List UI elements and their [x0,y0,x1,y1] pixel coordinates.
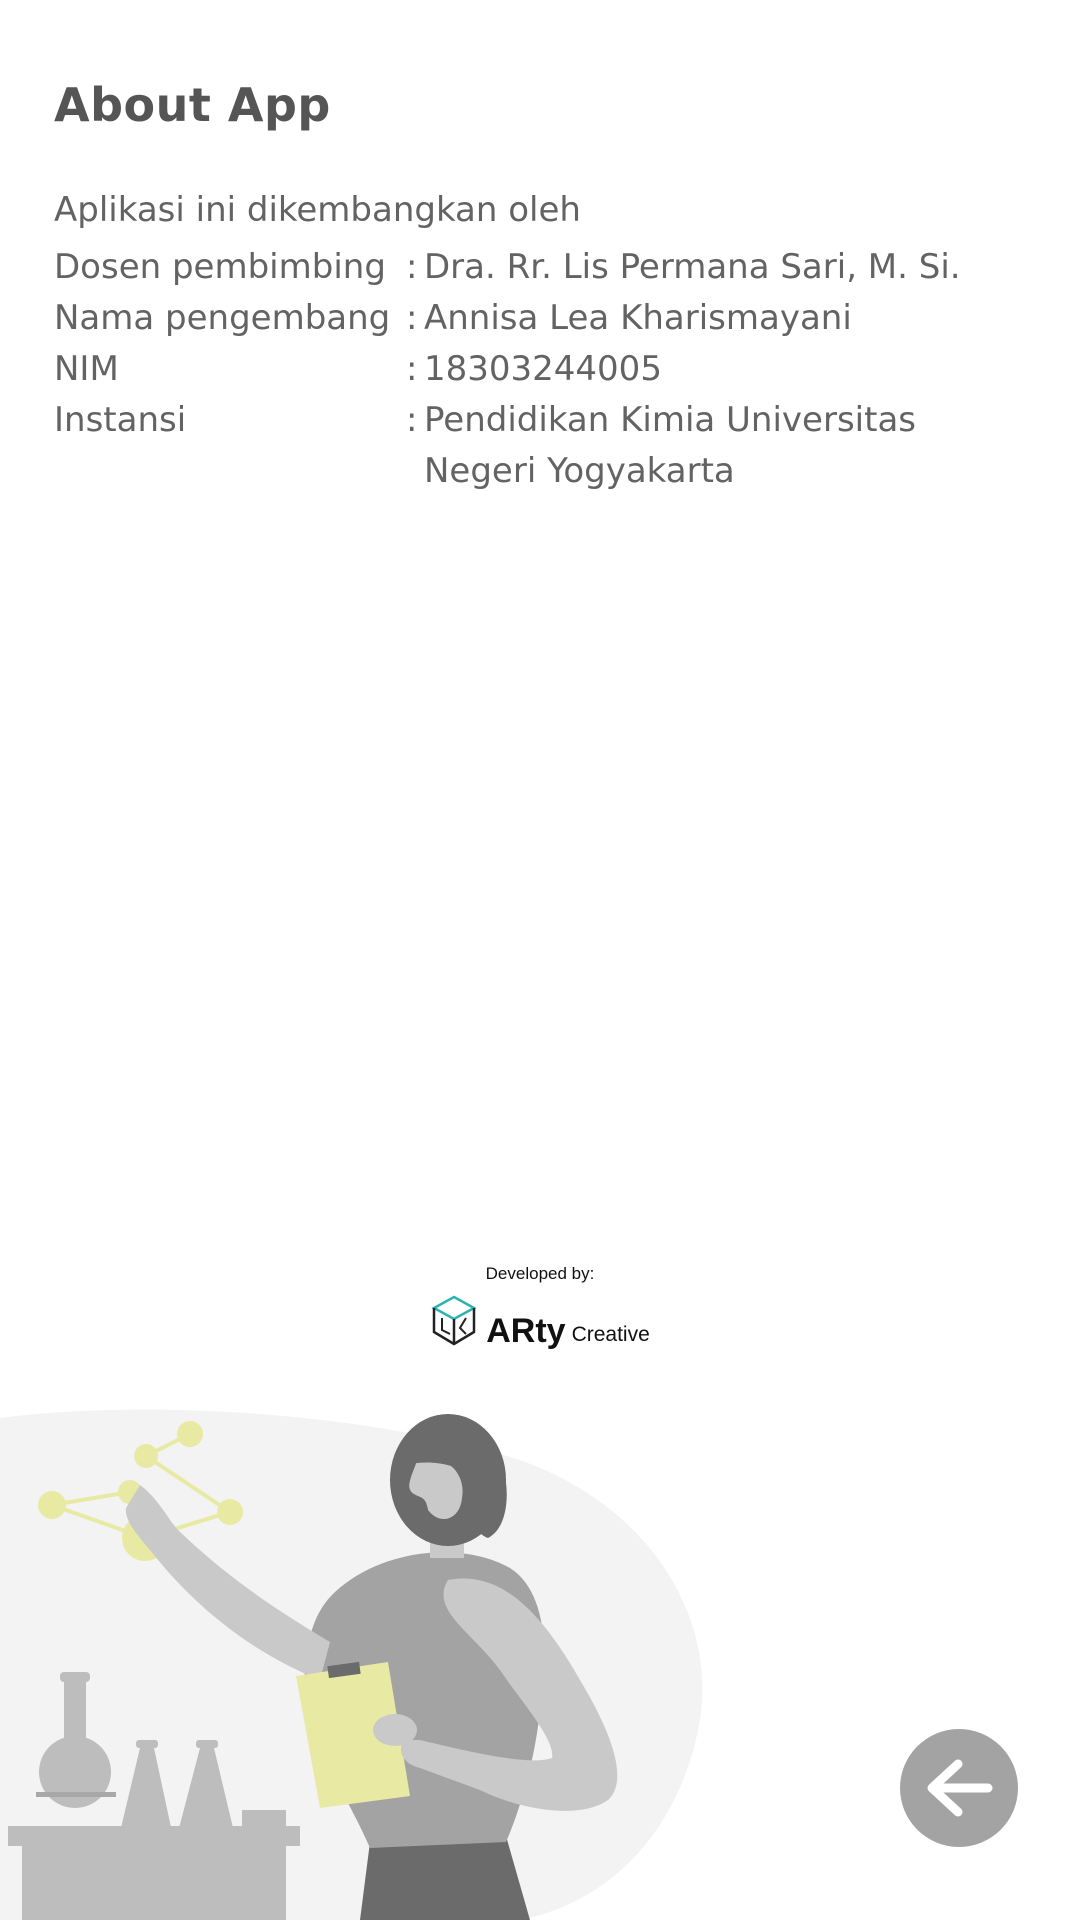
info-label: Instansi [54,400,187,440]
info-label: NIM [54,349,119,389]
info-row-supervisor: Dosen pembimbing : Dra. Rr. Lis Permana … [54,242,1034,293]
developer-info-table: Dosen pembimbing : Dra. Rr. Lis Permana … [54,242,1034,497]
developer-logo: ARty Creative [430,1294,650,1348]
developer-credit: Developed by: ARty Creative [0,1264,1080,1352]
info-row-developer-name: Nama pengembang : Annisa Lea Kharismayan… [54,293,1034,344]
back-button[interactable] [900,1729,1018,1847]
brand-subtitle: Creative [571,1323,650,1346]
info-row-institution: Instansi : Pendidikan Kimia Universitas … [54,395,1034,497]
chemist-illustration [0,1409,703,1920]
info-label: Dosen pembimbing [54,247,386,287]
info-separator: : [406,400,418,440]
info-separator: : [406,247,418,287]
cube-logo-icon [431,1295,477,1346]
info-separator: : [406,349,418,389]
info-separator: : [406,298,418,338]
info-label: Nama pengembang [54,298,391,338]
info-row-student-id: NIM : 18303244005 [54,344,1034,395]
brand-name: ARty [486,1312,566,1350]
info-value: 18303244005 [424,349,662,389]
developed-by-caption: Developed by: [485,1264,595,1283]
intro-text: Aplikasi ini dikembangkan oleh [54,190,581,230]
info-value: Pendidikan Kimia Universitas Negeri Yogy… [424,400,916,491]
arrow-left-icon [927,1759,993,1817]
info-value: Annisa Lea Kharismayani [424,298,852,338]
page-title: About App [54,78,331,132]
info-value: Dra. Rr. Lis Permana Sari, M. Si. [424,247,961,287]
